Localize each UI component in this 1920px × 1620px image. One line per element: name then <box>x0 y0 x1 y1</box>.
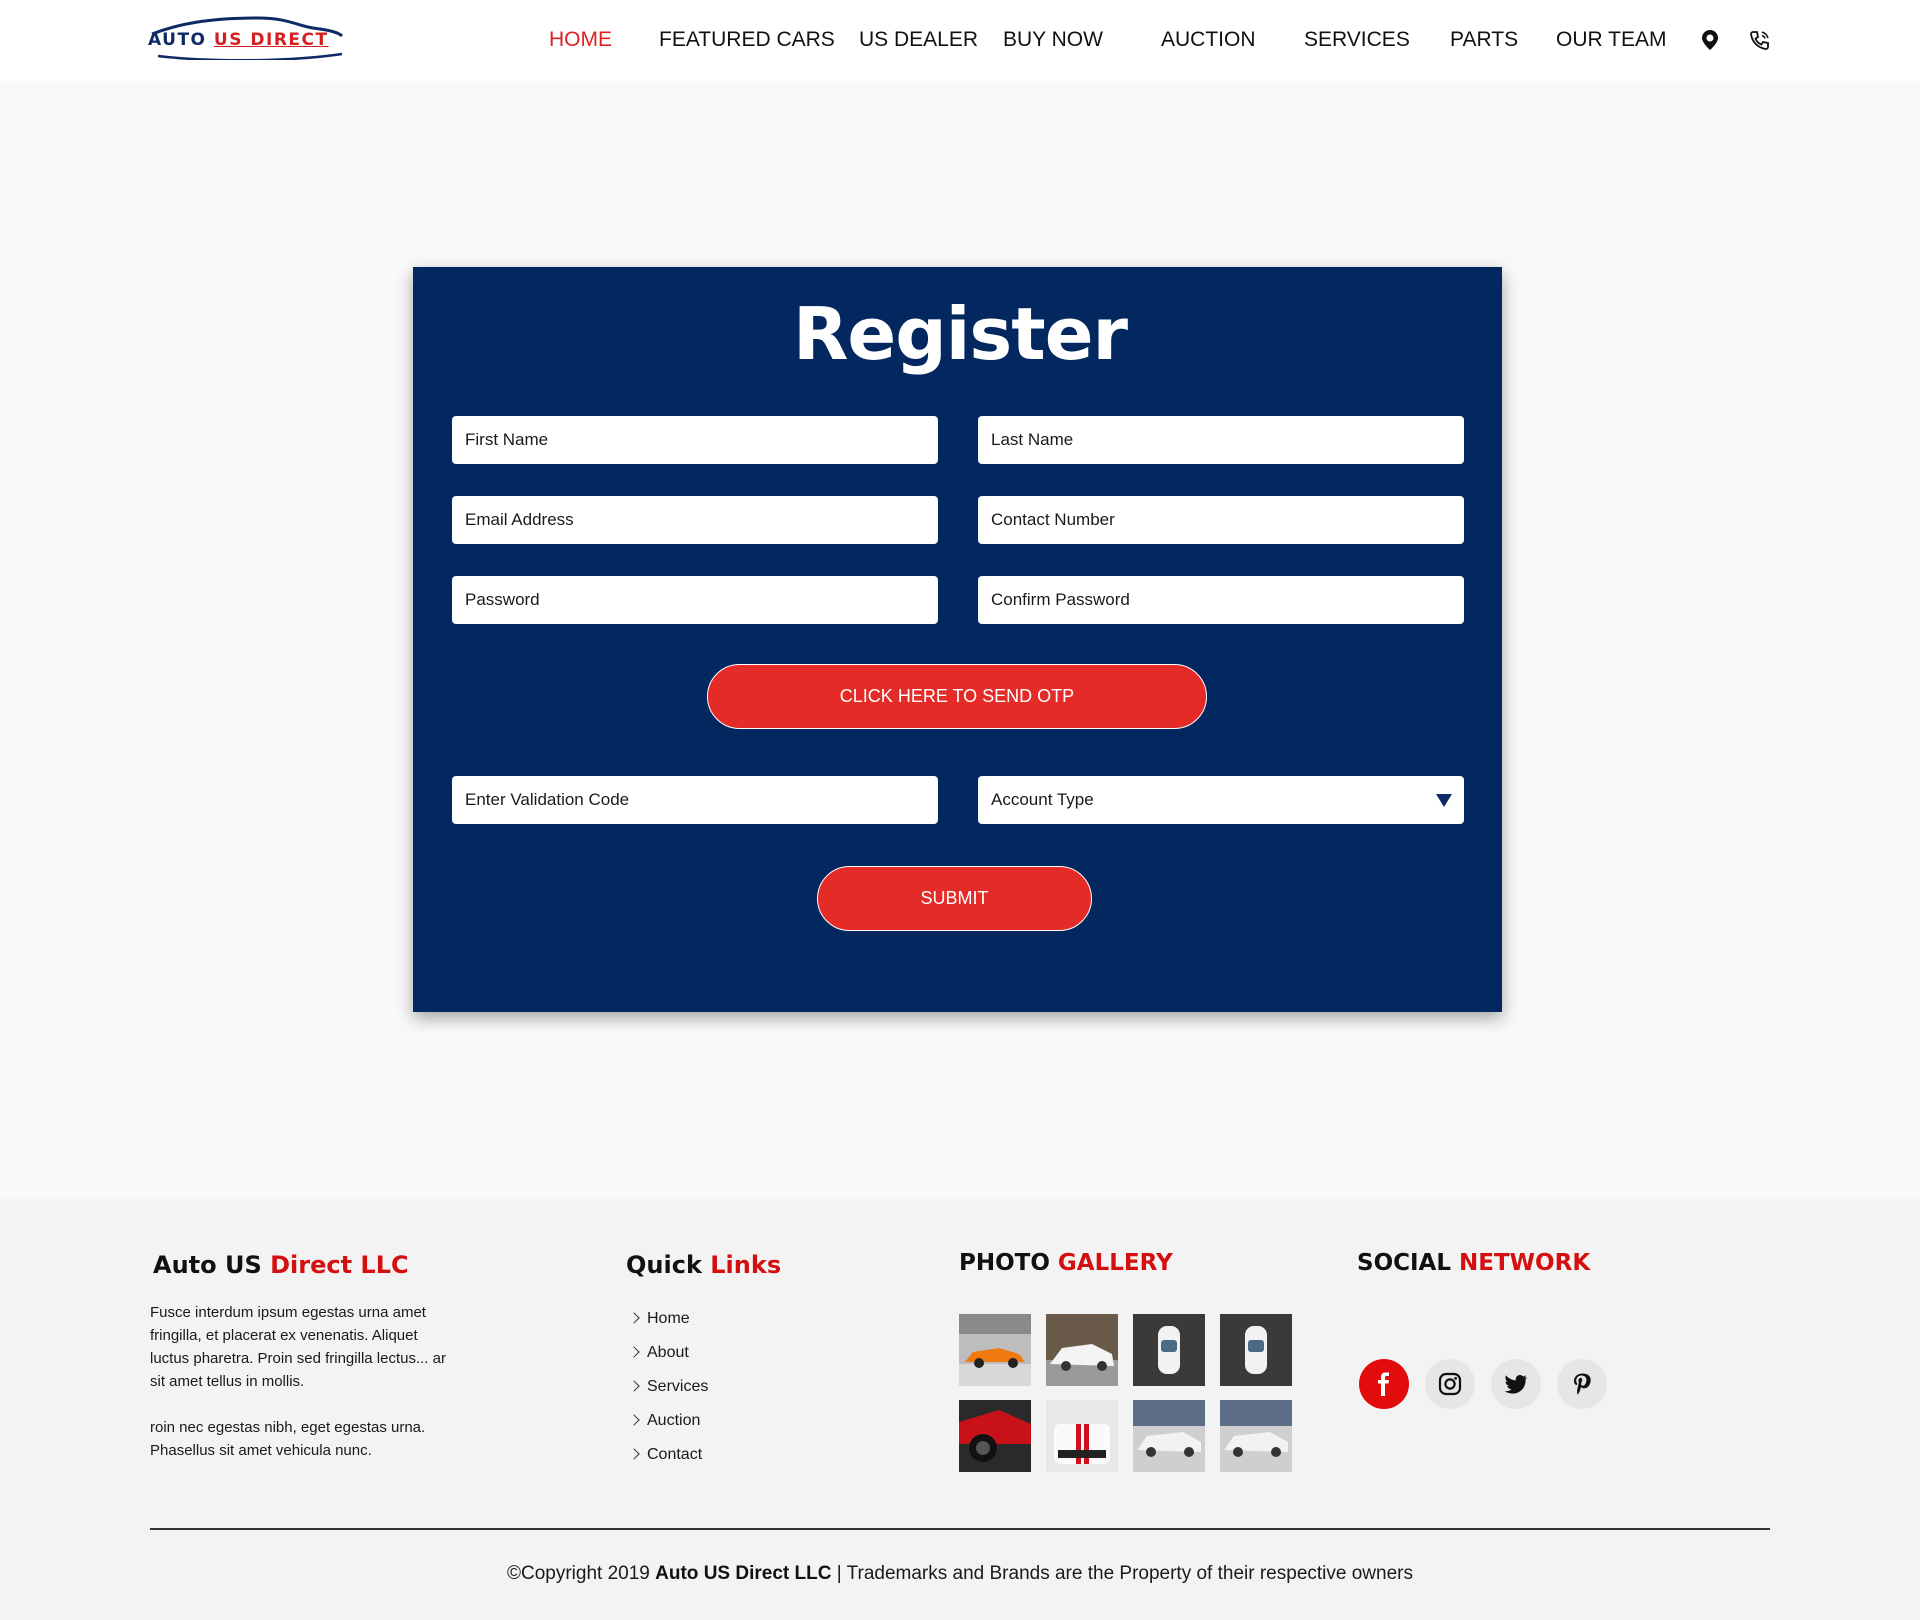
quick-link-about[interactable]: About <box>628 1344 689 1362</box>
email-placeholder: Email Address <box>465 510 574 529</box>
footer-about-heading: Auto US Direct LLC <box>153 1251 409 1279</box>
gallery-photo-5[interactable] <box>959 1400 1031 1472</box>
copyright-prefix: ©Copyright 2019 <box>507 1563 650 1584</box>
quick-links-heading-black: Quick <box>626 1251 702 1279</box>
nav-home[interactable]: HOME <box>549 28 612 52</box>
quick-links-heading-red: Links <box>710 1251 782 1279</box>
nav-parts[interactable]: PARTS <box>1450 28 1518 52</box>
silver-race-car-image <box>1220 1400 1292 1472</box>
validation-code-input[interactable]: Enter Validation Code <box>452 776 938 824</box>
quick-link-label: Contact <box>647 1446 703 1463</box>
password-input[interactable]: Password <box>452 576 938 624</box>
logo-text: AUTO US DIRECT <box>148 30 344 56</box>
quick-link-contact[interactable]: Contact <box>628 1446 703 1464</box>
quick-link-label: About <box>647 1344 689 1361</box>
instagram-icon <box>1438 1372 1462 1396</box>
first-name-placeholder: First Name <box>465 430 549 449</box>
submit-button[interactable]: SUBMIT <box>817 866 1092 931</box>
footer-about-text-1: Fusce interdum ipsum egestas urna amet f… <box>150 1304 446 1390</box>
quick-link-label: Home <box>647 1310 690 1327</box>
top-view-car-image <box>1220 1314 1292 1386</box>
footer-quick-links-heading: Quick Links <box>626 1251 781 1279</box>
orange-sports-car-image <box>959 1314 1031 1386</box>
footer-about-heading-red: Direct LLC <box>270 1251 409 1279</box>
gallery-photo-8[interactable] <box>1220 1400 1292 1472</box>
dropdown-arrow-icon <box>1436 794 1452 807</box>
footer-social-heading: SOCIAL NETWORK <box>1357 1250 1590 1276</box>
validation-code-placeholder: Enter Validation Code <box>465 790 630 809</box>
footer-about-text-2: roin nec egestas nibh, eget egestas urna… <box>150 1419 426 1459</box>
quick-link-home[interactable]: Home <box>628 1310 690 1328</box>
facebook-icon <box>1378 1372 1389 1396</box>
phone-icon[interactable] <box>1748 28 1770 52</box>
logo-word-auto: AUTO <box>148 30 207 50</box>
nav-services[interactable]: SERVICES <box>1304 28 1410 52</box>
nav-us-dealer[interactable]: US DEALER <box>859 28 978 52</box>
pinterest-button[interactable] <box>1557 1359 1607 1409</box>
chevron-right-icon <box>628 1312 640 1324</box>
facebook-button[interactable] <box>1359 1359 1409 1409</box>
logo-word-us-direct: US DIRECT <box>213 30 329 50</box>
site-header: AUTO US DIRECT HOME FEATURED CARS US DEA… <box>0 0 1920 81</box>
white-striped-car-image <box>1046 1400 1118 1472</box>
chevron-right-icon <box>628 1414 640 1426</box>
account-type-select[interactable]: Account Type <box>978 776 1464 824</box>
gallery-heading-red: GALLERY <box>1057 1250 1173 1276</box>
copyright-brand: Auto US Direct LLC <box>655 1563 832 1584</box>
twitter-button[interactable] <box>1491 1359 1541 1409</box>
nav-buy-now[interactable]: BUY NOW <box>1003 28 1103 52</box>
social-heading-red: NETWORK <box>1459 1250 1591 1276</box>
top-view-car-image <box>1133 1314 1205 1386</box>
gallery-photo-6[interactable] <box>1046 1400 1118 1472</box>
register-title: Register <box>792 292 1128 376</box>
white-sports-car-image <box>1046 1314 1118 1386</box>
footer-gallery-heading: PHOTO GALLERY <box>959 1250 1173 1276</box>
first-name-input[interactable]: First Name <box>452 416 938 464</box>
gallery-photo-3[interactable] <box>1133 1314 1205 1386</box>
copyright-text: ©Copyright 2019 Auto US Direct LLC | Tra… <box>0 1563 1920 1585</box>
confirm-password-placeholder: Confirm Password <box>991 590 1130 609</box>
twitter-icon <box>1504 1375 1527 1394</box>
gallery-photo-1[interactable] <box>959 1314 1031 1386</box>
send-otp-button[interactable]: CLICK HERE TO SEND OTP <box>707 664 1207 729</box>
contact-number-input[interactable]: Contact Number <box>978 496 1464 544</box>
location-pin-icon[interactable] <box>1699 28 1721 52</box>
chevron-right-icon <box>628 1346 640 1358</box>
contact-number-placeholder: Contact Number <box>991 510 1115 529</box>
quick-link-auction[interactable]: Auction <box>628 1412 701 1430</box>
last-name-input[interactable]: Last Name <box>978 416 1464 464</box>
password-placeholder: Password <box>465 590 540 609</box>
gallery-photo-7[interactable] <box>1133 1400 1205 1472</box>
site-logo[interactable]: AUTO US DIRECT <box>148 16 344 60</box>
red-race-car-image <box>959 1400 1031 1472</box>
confirm-password-input[interactable]: Confirm Password <box>978 576 1464 624</box>
nav-our-team[interactable]: OUR TEAM <box>1556 28 1666 52</box>
chevron-right-icon <box>628 1448 640 1460</box>
footer-about-heading-black: Auto US <box>153 1251 262 1279</box>
pinterest-icon <box>1574 1373 1591 1395</box>
account-type-value: Account Type <box>991 790 1094 809</box>
silver-race-car-image <box>1133 1400 1205 1472</box>
quick-link-label: Services <box>647 1378 709 1395</box>
gallery-photo-4[interactable] <box>1220 1314 1292 1386</box>
nav-featured-cars[interactable]: FEATURED CARS <box>659 28 835 52</box>
footer-divider <box>150 1528 1770 1530</box>
gallery-heading-black: PHOTO <box>959 1250 1050 1276</box>
nav-auction[interactable]: AUCTION <box>1161 28 1256 52</box>
quick-link-services[interactable]: Services <box>628 1378 709 1396</box>
social-heading-black: SOCIAL <box>1357 1250 1452 1276</box>
last-name-placeholder: Last Name <box>991 430 1074 449</box>
instagram-button[interactable] <box>1425 1359 1475 1409</box>
copyright-suffix: | Trademarks and Brands are the Property… <box>836 1563 1413 1584</box>
chevron-right-icon <box>628 1380 640 1392</box>
email-input[interactable]: Email Address <box>452 496 938 544</box>
quick-link-label: Auction <box>647 1412 701 1429</box>
gallery-photo-2[interactable] <box>1046 1314 1118 1386</box>
